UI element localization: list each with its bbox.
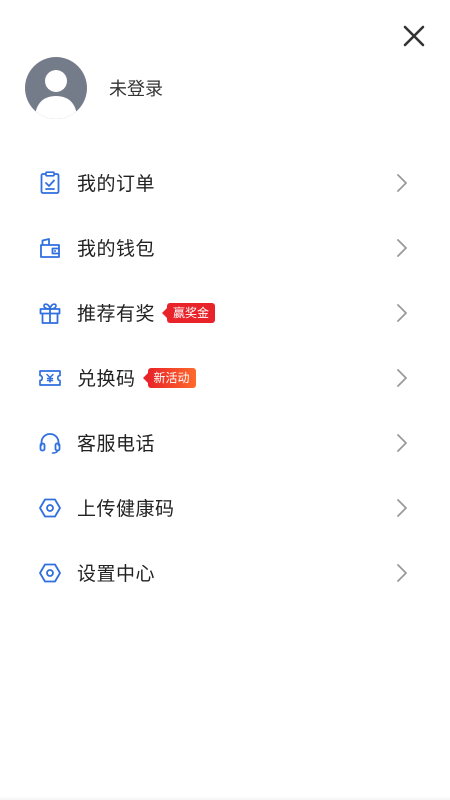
menu-item-redeem-code[interactable]: 兑换码 新活动 (0, 345, 450, 410)
chevron-right-icon (396, 498, 408, 518)
chevron-right-icon (396, 173, 408, 193)
user-avatar-icon (35, 70, 77, 119)
order-clipboard-icon (38, 170, 62, 195)
menu-list: 我的订单 我的钱包 推荐有奖 赢奖金 兑换码 新活动 客服电话 上传健康码 设置… (0, 150, 450, 605)
chevron-right-icon (396, 368, 408, 388)
login-status-text[interactable]: 未登录 (109, 75, 163, 101)
menu-item-settings-center[interactable]: 设置中心 (0, 540, 450, 605)
menu-item-customer-service[interactable]: 客服电话 (0, 410, 450, 475)
redeem-coupon-icon (38, 366, 62, 390)
menu-item-label: 兑换码 (77, 368, 136, 390)
avatar[interactable] (25, 57, 87, 119)
menu-item-my-orders[interactable]: 我的订单 (0, 150, 450, 215)
menu-item-referral[interactable]: 推荐有奖 赢奖金 (0, 280, 450, 345)
profile-header[interactable]: 未登录 (25, 57, 163, 119)
chevron-right-icon (396, 303, 408, 323)
headset-icon (38, 431, 62, 455)
menu-item-label: 推荐有奖 (77, 303, 156, 325)
chevron-right-icon (396, 563, 408, 583)
menu-item-label: 我的订单 (77, 173, 156, 195)
wallet-icon (38, 236, 62, 260)
new-event-badge: 新活动 (142, 367, 196, 388)
menu-item-my-wallet[interactable]: 我的钱包 (0, 215, 450, 280)
menu-item-label: 我的钱包 (77, 238, 156, 260)
bottom-divider (0, 796, 450, 800)
chevron-right-icon (396, 238, 408, 258)
hexagon-icon (38, 561, 62, 585)
menu-item-label: 客服电话 (77, 433, 156, 455)
close-button[interactable] (398, 20, 430, 52)
menu-item-upload-health-code[interactable]: 上传健康码 (0, 475, 450, 540)
hexagon-icon (38, 496, 62, 520)
menu-item-label: 设置中心 (77, 563, 156, 585)
referral-badge: 赢奖金 (162, 302, 216, 323)
gift-icon (38, 301, 62, 325)
menu-item-label: 上传健康码 (77, 498, 175, 520)
close-icon (403, 25, 425, 47)
chevron-right-icon (396, 433, 408, 453)
